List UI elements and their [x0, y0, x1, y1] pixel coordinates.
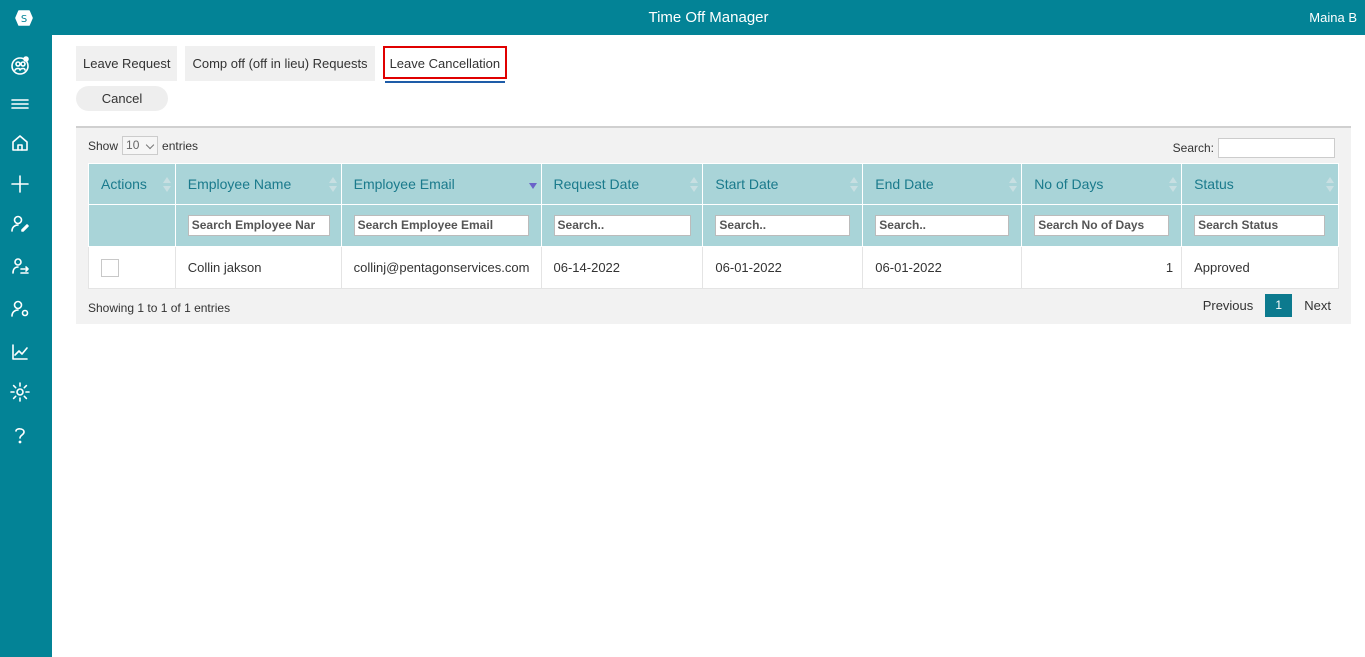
- page-button-1[interactable]: 1: [1265, 294, 1293, 317]
- sort-icon: [690, 177, 699, 193]
- table-row: Collin jakson collinj@pentagonservices.c…: [88, 246, 1339, 289]
- pagination: Previous 1 Next: [1203, 294, 1331, 317]
- tab-bar: Leave Request Comp off (off in lieu) Req…: [76, 46, 508, 83]
- team-icon[interactable]: [8, 53, 32, 77]
- cell-no-of-days: 1: [1021, 246, 1183, 289]
- entries-label: entries: [162, 138, 199, 153]
- menu-icon[interactable]: [8, 92, 32, 116]
- user-edit-icon[interactable]: [8, 212, 32, 236]
- cell-employee-email: collinj@pentagonservices.com: [340, 246, 542, 289]
- cell-request-date: 06-14-2022: [540, 246, 704, 289]
- filter-end-date[interactable]: Search..: [875, 215, 1010, 236]
- top-bar: Time Off Manager Maina B: [52, 0, 1365, 35]
- sort-icon: [850, 177, 859, 193]
- gear-icon[interactable]: [8, 380, 32, 404]
- filter-no-of-days[interactable]: Search No of Days: [1034, 215, 1170, 236]
- help-icon[interactable]: [8, 423, 32, 447]
- column-header-start-date[interactable]: Start Date: [702, 163, 864, 205]
- user-settings-icon[interactable]: [8, 297, 32, 321]
- column-header-no-of-days[interactable]: No of Days: [1021, 163, 1183, 205]
- column-header-status[interactable]: Status: [1181, 163, 1339, 205]
- sort-icon: [1169, 177, 1178, 193]
- user-name[interactable]: Maina B: [1309, 0, 1357, 35]
- filter-employee-name[interactable]: Search Employee Nar: [187, 215, 330, 236]
- search-input[interactable]: [1218, 138, 1335, 158]
- plus-icon[interactable]: [8, 172, 32, 196]
- tab-leave-cancellation[interactable]: Leave Cancellation: [382, 46, 508, 83]
- svg-text:S: S: [21, 14, 27, 25]
- app-title: Time Off Manager: [648, 9, 769, 26]
- table-panel: Show 10 entries Search: Actions Employee…: [76, 126, 1351, 324]
- cancellation-table: Actions Employee Name Employee Email Req…: [88, 163, 1339, 289]
- column-header-request-date[interactable]: Request Date: [540, 163, 704, 205]
- filter-request-date[interactable]: Search..: [553, 215, 691, 236]
- tab-comp-off-requests[interactable]: Comp off (off in lieu) Requests: [185, 46, 375, 81]
- sort-desc-icon: [528, 177, 537, 193]
- column-header-actions[interactable]: Actions: [88, 163, 176, 205]
- column-header-end-date[interactable]: End Date: [862, 163, 1023, 205]
- chart-icon[interactable]: [8, 340, 32, 364]
- sidebar: S: [0, 0, 52, 657]
- page-size-select[interactable]: 10: [122, 136, 159, 155]
- user-leave-icon[interactable]: [8, 255, 32, 279]
- filter-employee-email[interactable]: Search Employee Email: [353, 215, 529, 236]
- previous-button[interactable]: Previous: [1203, 298, 1254, 313]
- sort-icon: [328, 177, 337, 193]
- filter-cell-actions: [88, 204, 176, 247]
- column-header-employee-name[interactable]: Employee Name: [174, 163, 342, 205]
- table-info: Showing 1 to 1 of 1 entries: [88, 301, 231, 315]
- column-header-employee-email[interactable]: Employee Email: [340, 163, 542, 205]
- sort-icon: [1009, 177, 1018, 193]
- next-button[interactable]: Next: [1304, 298, 1331, 313]
- tab-leave-request[interactable]: Leave Request: [76, 46, 178, 81]
- filter-start-date[interactable]: Search..: [715, 215, 851, 236]
- cell-start-date: 06-01-2022: [702, 246, 864, 289]
- cell-employee-name: Collin jakson: [174, 246, 342, 289]
- sort-icon: [1326, 177, 1334, 193]
- filter-status[interactable]: Search Status: [1194, 215, 1326, 236]
- global-search: Search:: [1173, 138, 1335, 158]
- row-select-checkbox[interactable]: [101, 258, 119, 277]
- app-logo-icon[interactable]: S: [12, 6, 36, 30]
- cell-end-date: 06-01-2022: [862, 246, 1023, 289]
- sort-icon: [162, 177, 171, 193]
- cancel-button[interactable]: Cancel: [76, 86, 168, 111]
- page-size-control: Show 10 entries: [88, 136, 198, 155]
- home-icon[interactable]: [8, 131, 32, 155]
- search-label: Search:: [1172, 141, 1214, 155]
- show-label: Show: [88, 138, 119, 153]
- cell-status: Approved: [1181, 246, 1339, 289]
